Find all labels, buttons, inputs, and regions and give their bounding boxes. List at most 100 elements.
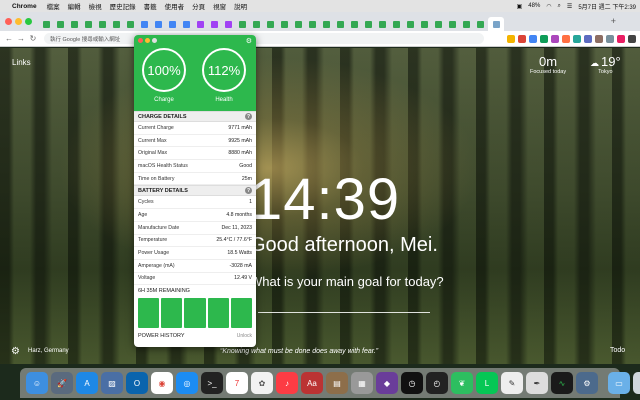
control-center-icon[interactable]: ☰ xyxy=(567,3,572,10)
browser-tab[interactable] xyxy=(474,17,487,31)
extension-icon[interactable] xyxy=(551,34,559,43)
popup-settings-gear-icon[interactable]: ⚙ xyxy=(246,37,252,45)
unlock-link[interactable]: Unlock xyxy=(237,333,252,339)
extension-icon[interactable] xyxy=(617,34,625,43)
extension-icon[interactable] xyxy=(573,34,581,43)
cpu-icon[interactable]: ▣ xyxy=(517,3,523,10)
trash-icon[interactable]: 🗑 xyxy=(633,372,640,394)
todo-button[interactable]: Todo xyxy=(610,347,625,354)
close-button[interactable] xyxy=(5,18,12,25)
extension-icon[interactable] xyxy=(562,34,570,43)
links-button[interactable]: Links xyxy=(12,58,31,67)
textedit-icon[interactable]: ✎ xyxy=(501,372,523,394)
browser-tab[interactable] xyxy=(82,17,95,31)
browser-tab[interactable] xyxy=(152,17,165,31)
popup-close-button[interactable] xyxy=(138,38,143,43)
goal-input[interactable] xyxy=(258,312,430,313)
search-icon[interactable]: ⌕ xyxy=(558,3,561,10)
browser-tab[interactable] xyxy=(166,17,179,31)
menu-bookmarks[interactable]: 書籤 xyxy=(144,1,157,11)
app-store-icon[interactable]: A xyxy=(76,372,98,394)
help-icon[interactable]: ? xyxy=(245,113,252,120)
browser-tab[interactable] xyxy=(68,17,81,31)
browser-tab[interactable] xyxy=(54,17,67,31)
browser-tab[interactable] xyxy=(404,17,417,31)
reload-icon[interactable]: ↻ xyxy=(28,34,38,43)
menu-help[interactable]: 說明 xyxy=(234,1,247,11)
menu-view[interactable]: 檢視 xyxy=(89,1,102,11)
wifi-icon[interactable]: ◠ xyxy=(546,3,551,10)
browser-tab[interactable] xyxy=(348,17,361,31)
script-editor-icon[interactable]: ✒ xyxy=(526,372,548,394)
browser-tab[interactable] xyxy=(40,17,53,31)
battery-percent[interactable]: 48% xyxy=(528,3,540,9)
app-badge-icon[interactable]: ◆ xyxy=(376,372,398,394)
safari-icon[interactable]: ◎ xyxy=(176,372,198,394)
music-icon[interactable]: ♪ xyxy=(276,372,298,394)
browser-tab[interactable] xyxy=(208,17,221,31)
browser-tab[interactable] xyxy=(236,17,249,31)
browser-tab[interactable] xyxy=(460,17,473,31)
photo-location[interactable]: Harz, Germany xyxy=(28,348,69,354)
downloads-folder-icon[interactable]: ▭ xyxy=(608,372,630,394)
menu-window[interactable]: 視窗 xyxy=(213,1,226,11)
menubar-clock[interactable]: 5月7日 週二 下午2:39 xyxy=(578,2,636,11)
photos-icon[interactable]: ✿ xyxy=(251,372,273,394)
new-tab-icon[interactable]: + xyxy=(611,16,616,26)
extension-icon[interactable] xyxy=(518,34,526,43)
extension-icon[interactable] xyxy=(584,34,592,43)
browser-tab[interactable] xyxy=(334,17,347,31)
extension-icon[interactable] xyxy=(606,34,614,43)
preview-icon[interactable]: ▨ xyxy=(101,372,123,394)
extension-icon[interactable] xyxy=(507,34,515,43)
terminal-icon[interactable]: >_ xyxy=(201,372,223,394)
extension-icon[interactable] xyxy=(540,34,548,43)
browser-tab[interactable] xyxy=(446,17,459,31)
activity-monitor-icon[interactable]: ∿ xyxy=(551,372,573,394)
zoom-button[interactable] xyxy=(25,18,32,25)
browser-tab[interactable] xyxy=(138,17,151,31)
browser-tab[interactable] xyxy=(110,17,123,31)
back-icon[interactable]: ← xyxy=(4,34,14,43)
browser-tab[interactable] xyxy=(390,17,403,31)
browser-tab[interactable] xyxy=(264,17,277,31)
browser-tab[interactable] xyxy=(278,17,291,31)
system-preferences-icon[interactable]: ⚙ xyxy=(576,372,598,394)
chrome-icon[interactable]: ◉ xyxy=(151,372,173,394)
minimize-button[interactable] xyxy=(15,18,22,25)
address-bar[interactable]: 執行 Google 搜尋或輸入網址 xyxy=(44,33,484,44)
menu-tab[interactable]: 分頁 xyxy=(192,1,205,11)
focus-widget[interactable]: 0m Focused today xyxy=(530,54,566,75)
weather-widget[interactable]: ☁ 19° Tokyo xyxy=(590,54,621,75)
forward-icon[interactable]: → xyxy=(16,34,26,43)
menu-history[interactable]: 歷史記錄 xyxy=(110,1,136,11)
menu-file[interactable]: 檔案 xyxy=(47,1,60,11)
popup-minimize-button[interactable] xyxy=(145,38,150,43)
launchpad-icon[interactable]: 🚀 xyxy=(51,372,73,394)
menu-profiles[interactable]: 使用者 xyxy=(165,1,185,11)
extension-icon[interactable] xyxy=(529,34,537,43)
browser-tab[interactable] xyxy=(250,17,263,31)
calendar-icon[interactable]: 7 xyxy=(226,372,248,394)
dictionary-icon[interactable]: Aa xyxy=(301,372,323,394)
browser-tab[interactable] xyxy=(362,17,375,31)
browser-tab[interactable] xyxy=(194,17,207,31)
browser-tab[interactable] xyxy=(96,17,109,31)
active-tab[interactable] xyxy=(488,17,504,31)
stopwatch-icon[interactable]: ◴ xyxy=(426,372,448,394)
browser-tab[interactable] xyxy=(222,17,235,31)
finder-icon[interactable]: ☺ xyxy=(26,372,48,394)
help-icon[interactable]: ? xyxy=(245,187,252,195)
browser-tab[interactable] xyxy=(432,17,445,31)
browser-tab[interactable] xyxy=(292,17,305,31)
browser-tab[interactable] xyxy=(306,17,319,31)
browser-tab[interactable] xyxy=(418,17,431,31)
notebook-icon[interactable]: ▤ xyxy=(326,372,348,394)
browser-tab[interactable] xyxy=(180,17,193,31)
app-name-menu[interactable]: Chrome xyxy=(12,3,37,10)
browser-tab[interactable] xyxy=(124,17,137,31)
browser-tab[interactable] xyxy=(320,17,333,31)
outlook-icon[interactable]: O xyxy=(126,372,148,394)
settings-gear-icon[interactable]: ⚙ xyxy=(11,346,20,357)
calculator-icon[interactable]: ▦ xyxy=(351,372,373,394)
